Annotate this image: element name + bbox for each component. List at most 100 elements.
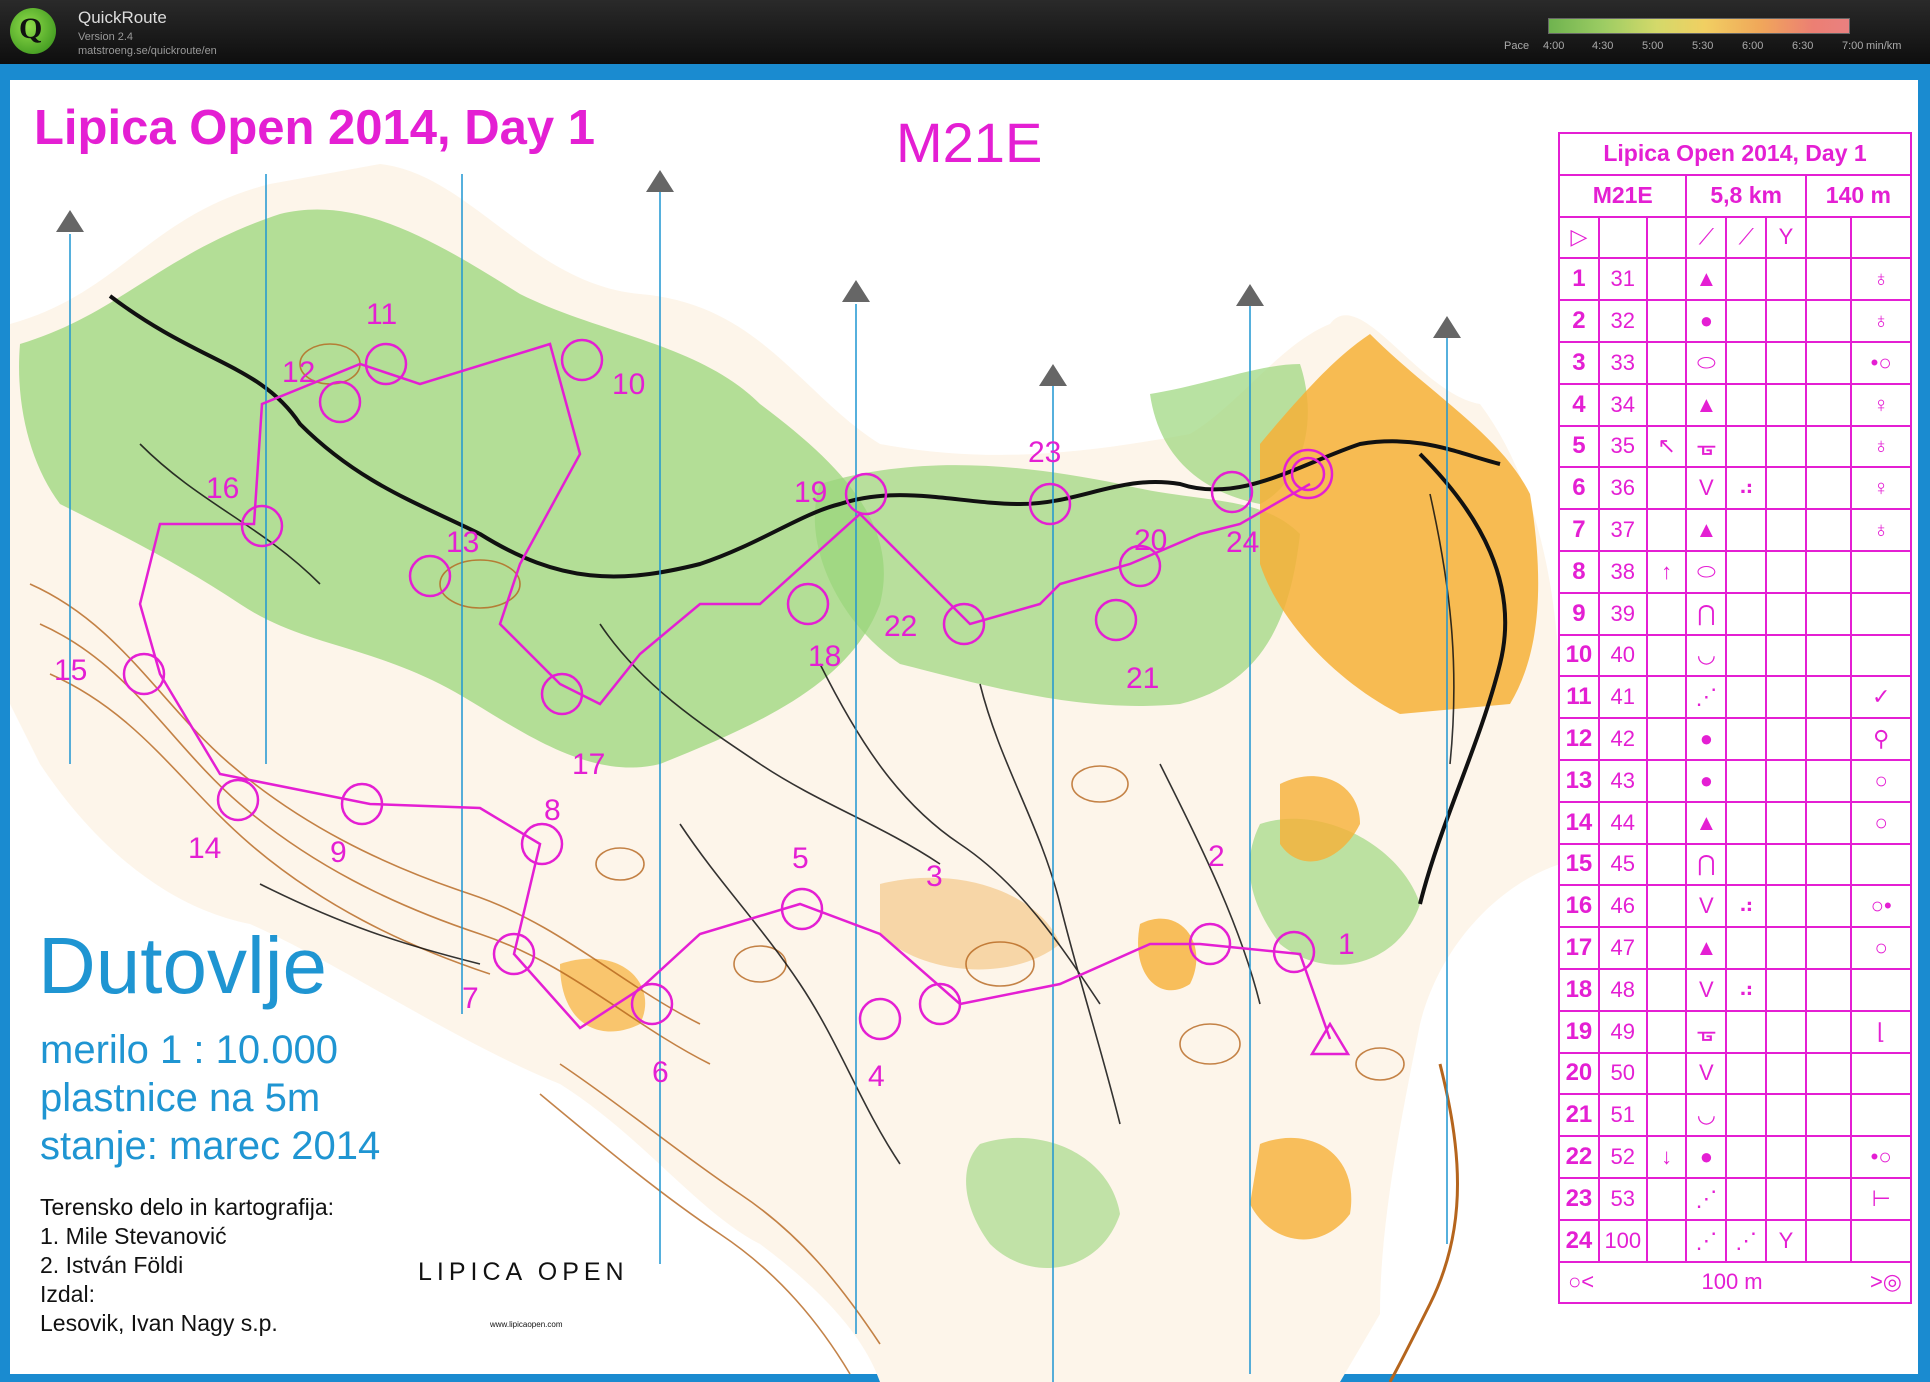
- desc-column-g: [1804, 675, 1853, 720]
- desc-control-row: 5 35 ↖ ᚗ ♁: [1558, 424, 1912, 469]
- desc-column-g: [1804, 1009, 1853, 1054]
- desc-which-feature: [1645, 340, 1688, 385]
- desc-length: 5,8 km: [1685, 173, 1807, 218]
- desc-control-row: 23 53 ⋰ ⊢: [1558, 1176, 1912, 1221]
- desc-dimensions: Y: [1765, 1218, 1807, 1263]
- desc-control-row: 18 48 V ⠴: [1558, 967, 1912, 1012]
- desc-dimensions: [1765, 508, 1807, 552]
- desc-column-g: [1804, 758, 1853, 803]
- desc-which-feature: [1645, 1051, 1688, 1096]
- desc-control-code: 47: [1597, 926, 1648, 970]
- desc-dimensions: [1765, 1176, 1807, 1221]
- control-number: 4: [868, 1060, 885, 1093]
- desc-control-code: 33: [1597, 340, 1648, 385]
- finish-circle-icon: >◎: [1869, 1269, 1902, 1295]
- desc-feature-symbol: ●: [1685, 1135, 1728, 1179]
- desc-appearance: ⠴: [1725, 967, 1768, 1012]
- desc-class: M21E: [1557, 173, 1688, 218]
- credit-line: Lesovik, Ivan Nagy s.p.: [40, 1310, 278, 1336]
- desc-control-number: 9: [1558, 591, 1600, 636]
- desc-dimensions: [1765, 926, 1807, 970]
- desc-feature-symbol: ⋰: [1685, 675, 1728, 720]
- pace-unit: min/km: [1866, 40, 1902, 52]
- desc-feature-symbol: ⬭: [1685, 340, 1728, 385]
- desc-feature-symbol: ⋂: [1685, 591, 1728, 636]
- desc-dimensions: [1765, 382, 1807, 427]
- pace-tick: 7:00: [1842, 40, 1864, 52]
- desc-finish-distance: 100 m: [1701, 1269, 1763, 1295]
- desc-control-row: 11 41 ⋰ ✓: [1558, 675, 1912, 720]
- map-place-name: Dutovlje: [38, 921, 328, 1010]
- desc-which-feature: [1645, 675, 1688, 720]
- desc-which-feature: [1645, 1176, 1688, 1221]
- desc-location: [1850, 842, 1912, 887]
- desc-location: •○: [1850, 340, 1912, 385]
- desc-which-feature: [1645, 717, 1688, 761]
- desc-control-number: 21: [1558, 1093, 1600, 1138]
- desc-control-row: 10 40 ◡: [1558, 633, 1912, 678]
- desc-control-code: 37: [1597, 508, 1648, 552]
- desc-dimensions: [1765, 424, 1807, 469]
- desc-control-number: 18: [1558, 967, 1600, 1012]
- desc-which-feature: [1645, 1093, 1688, 1138]
- map-contour-line: plastnice na 5m: [40, 1076, 321, 1120]
- pace-tick: 5:30: [1692, 40, 1714, 52]
- desc-feature-symbol: ●: [1685, 299, 1728, 343]
- desc-which-feature: [1645, 842, 1688, 887]
- control-number: 18: [808, 640, 842, 673]
- desc-control-code: 38: [1597, 549, 1648, 594]
- desc-feature-symbol: ●: [1685, 758, 1728, 803]
- control-number: 16: [206, 472, 240, 505]
- desc-dimensions: [1765, 549, 1807, 594]
- quickroute-logo-icon: Q: [10, 8, 56, 54]
- desc-control-code: 39: [1597, 591, 1648, 636]
- desc-appearance: [1725, 1009, 1768, 1054]
- desc-location: ○: [1850, 926, 1912, 970]
- desc-control-number: 20: [1558, 1051, 1600, 1096]
- desc-column-g: [1804, 633, 1853, 678]
- desc-column-g: [1804, 1051, 1853, 1096]
- desc-control-code: 42: [1597, 717, 1648, 761]
- desc-control-number: 7: [1558, 508, 1600, 552]
- desc-feature-symbol: ▲: [1685, 508, 1728, 552]
- desc-appearance: [1725, 926, 1768, 970]
- desc-appearance: [1725, 1051, 1768, 1096]
- desc-appearance: [1725, 1135, 1768, 1179]
- desc-location: ♁: [1850, 257, 1912, 302]
- desc-column-g: [1804, 591, 1853, 636]
- desc-control-number: 15: [1558, 842, 1600, 887]
- map-scale-line: merilo 1 : 10.000: [40, 1028, 338, 1072]
- desc-column-g: [1804, 842, 1853, 887]
- map-revision-line: stanje: marec 2014: [40, 1124, 381, 1168]
- desc-control-row: 17 47 ▲ ○: [1558, 926, 1912, 970]
- desc-location: ♀: [1850, 466, 1912, 511]
- desc-control-row: 19 49 ᚗ ⌊: [1558, 1009, 1912, 1054]
- desc-control-number: 23: [1558, 1176, 1600, 1221]
- desc-appearance: [1725, 591, 1768, 636]
- desc-column-g: [1804, 424, 1853, 469]
- desc-control-number: 12: [1558, 717, 1600, 761]
- desc-appearance: [1725, 257, 1768, 302]
- control-number: 21: [1126, 662, 1160, 695]
- desc-control-code: 36: [1597, 466, 1648, 511]
- desc-control-row: 21 51 ◡: [1558, 1093, 1912, 1138]
- finish-funnel-icon: ○<: [1568, 1269, 1595, 1295]
- desc-location: [1850, 549, 1912, 594]
- desc-control-number: 8: [1558, 549, 1600, 594]
- desc-control-code: 50: [1597, 1051, 1648, 1096]
- desc-which-feature: [1645, 1009, 1688, 1054]
- desc-feature-symbol: ◡: [1685, 633, 1728, 678]
- desc-control-code: 35: [1597, 424, 1648, 469]
- control-number: 6: [652, 1056, 669, 1089]
- desc-location: ○: [1850, 758, 1912, 803]
- credit-line: Terensko delo in kartografija:: [40, 1194, 335, 1220]
- desc-appearance: ⠴: [1725, 466, 1768, 511]
- desc-which-feature: [1645, 257, 1688, 302]
- app-version: Version 2.4: [78, 31, 134, 43]
- desc-appearance: [1725, 675, 1768, 720]
- desc-column-g: [1804, 299, 1853, 343]
- pace-tick: 4:30: [1592, 40, 1614, 52]
- desc-control-code: 100: [1597, 1218, 1648, 1263]
- credit-line: 2. István Földi: [40, 1252, 184, 1278]
- desc-appearance: [1725, 758, 1768, 803]
